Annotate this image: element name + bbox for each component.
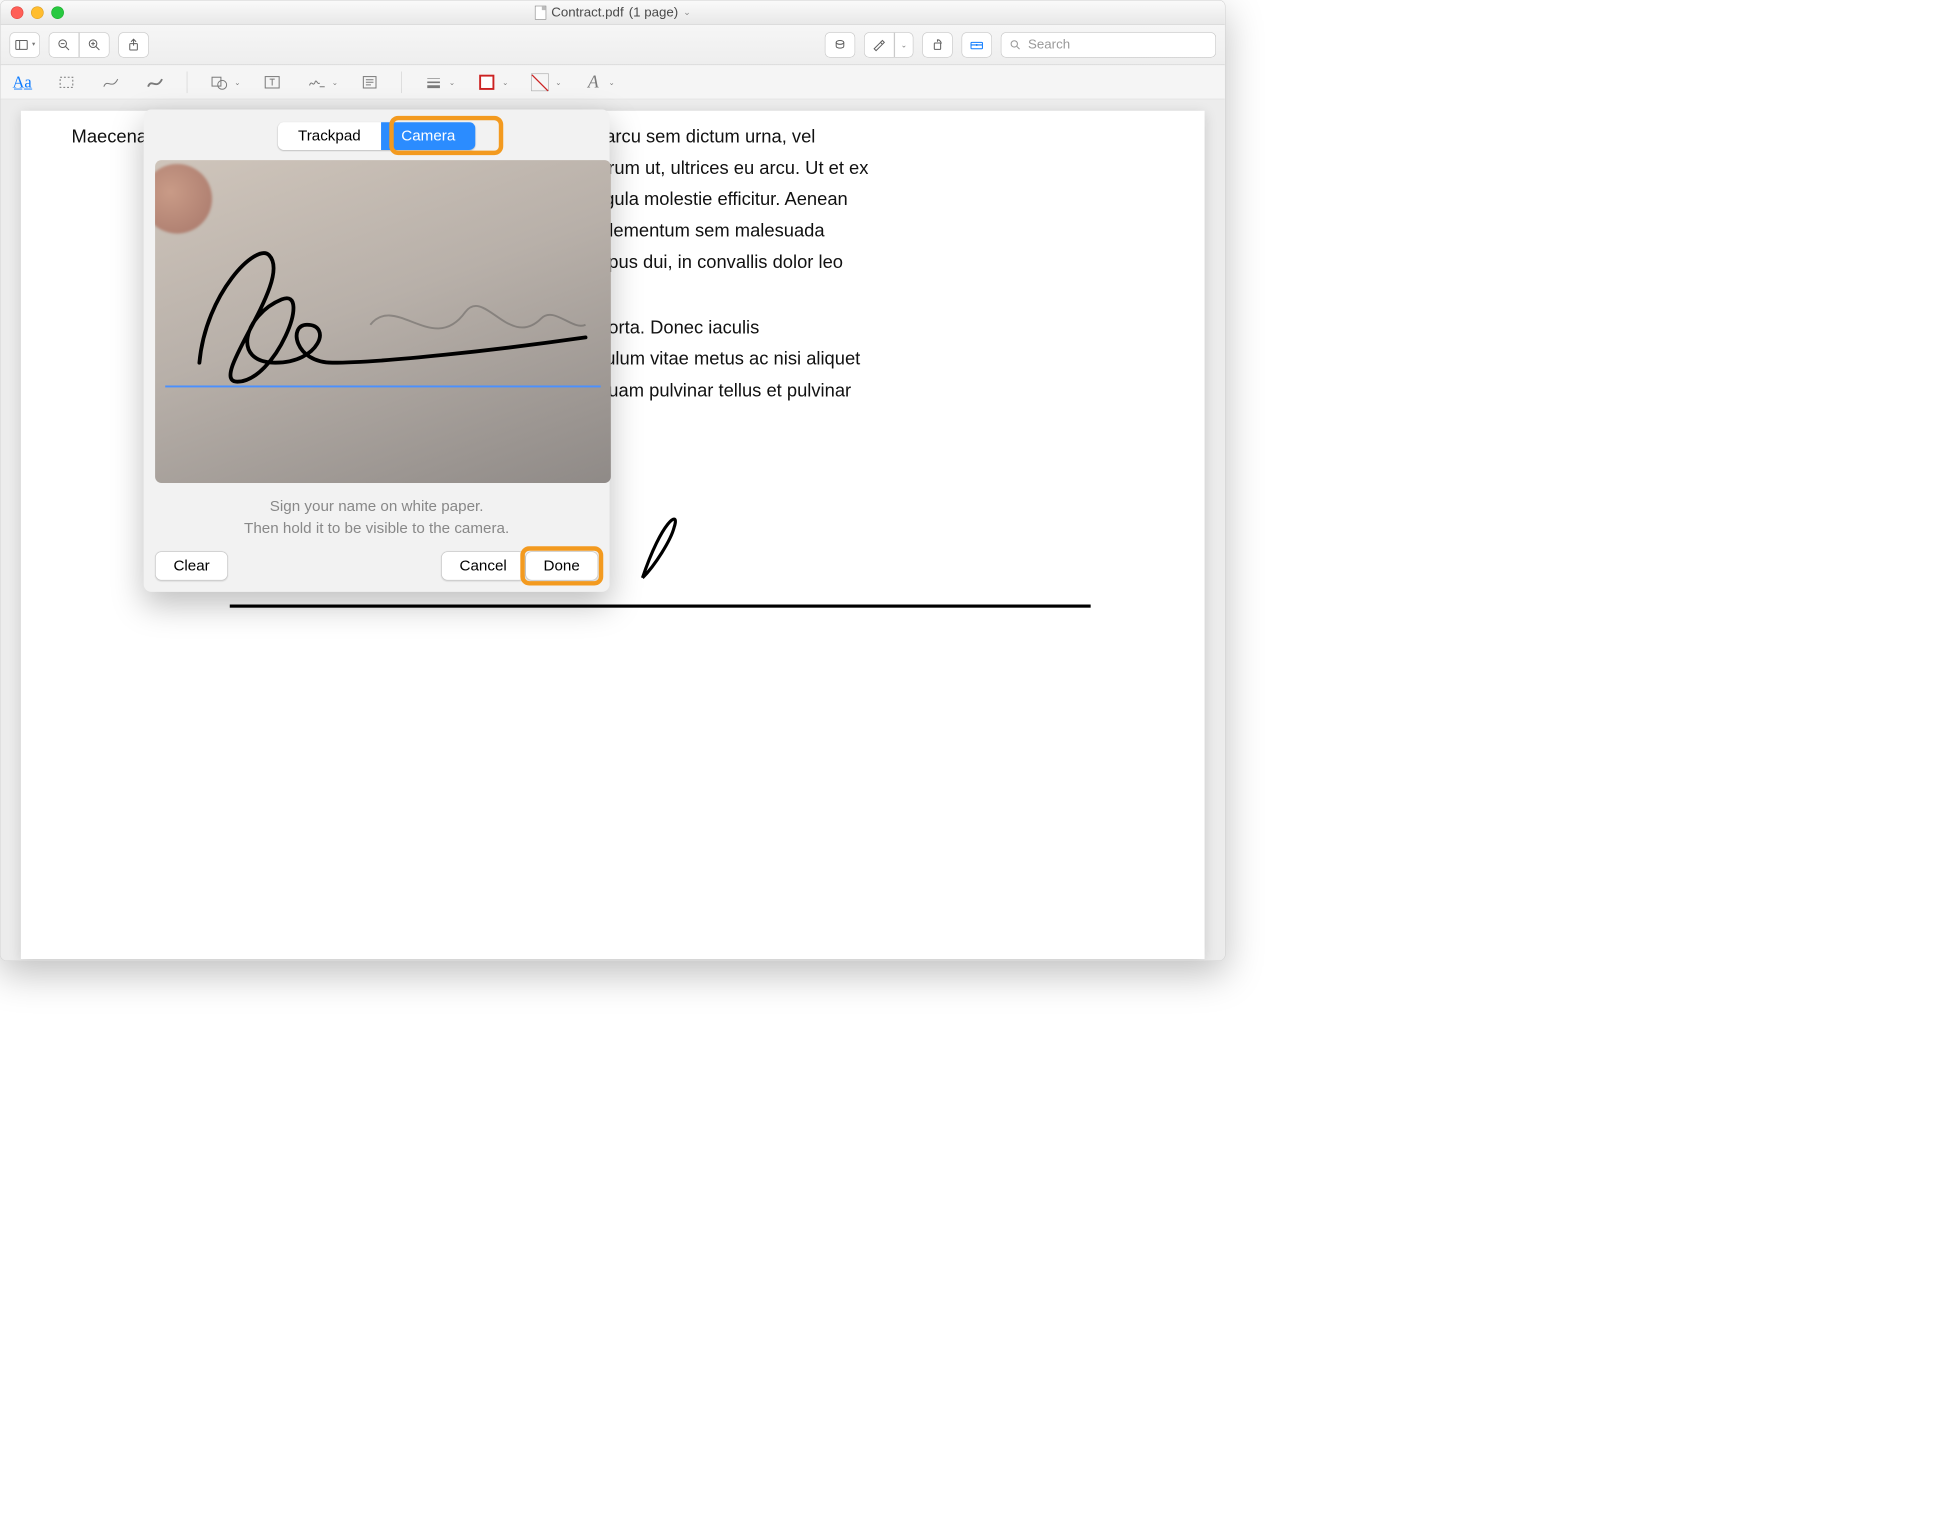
divider [401, 71, 402, 93]
line-weight-button[interactable]: ⌄ [421, 69, 455, 94]
baseline-guide [165, 385, 601, 387]
note-button[interactable] [357, 69, 382, 94]
draw-button[interactable] [142, 69, 167, 94]
minimize-window-button[interactable] [31, 6, 44, 19]
text-style-button[interactable]: A̲a̲ [9, 69, 34, 94]
trackpad-tab[interactable]: Trackpad [278, 122, 381, 150]
hint-line-2: Then hold it to be visible to the camera… [155, 518, 598, 540]
cancel-button[interactable]: Cancel [441, 551, 525, 580]
capture-mode-segmented: Trackpad Camera [155, 122, 598, 150]
signature-popover: Trackpad Camera Sign your name on white … [144, 110, 610, 592]
fill-color-button[interactable]: ⌄ [527, 69, 561, 94]
placed-signature-fragment [636, 496, 712, 591]
markup-highlight-dropdown[interactable]: ⌄ [894, 32, 913, 57]
chevron-down-icon: ⌄ [234, 78, 240, 87]
camera-preview [155, 160, 611, 483]
zoom-in-button[interactable] [79, 32, 109, 57]
camera-tab[interactable]: Camera [381, 122, 476, 150]
preview-window: Contract.pdf (1 page) ⌄ ▾ [0, 0, 1225, 961]
sidebar-view-button[interactable]: ▾ [9, 32, 39, 57]
title-filename: Contract.pdf [551, 5, 623, 20]
signature-line [230, 605, 1091, 608]
traffic-lights [1, 6, 64, 19]
highlight-color-button[interactable] [825, 32, 855, 57]
zoom-out-button[interactable] [49, 32, 79, 57]
hint-line-1: Sign your name on white paper. [155, 496, 598, 518]
done-button[interactable]: Done [525, 551, 598, 580]
font-style-button[interactable]: A ⌄ [581, 69, 615, 94]
sketch-button[interactable] [98, 69, 123, 94]
titlebar: Contract.pdf (1 page) ⌄ [1, 1, 1225, 25]
chevron-down-icon: ⌄ [609, 78, 615, 87]
chevron-down-icon: ⌄ [449, 78, 455, 87]
clear-button[interactable]: Clear [155, 551, 228, 580]
close-window-button[interactable] [11, 6, 24, 19]
search-placeholder: Search [1028, 37, 1070, 52]
markup-highlight-button[interactable] [864, 32, 894, 57]
rect-select-button[interactable] [54, 69, 79, 94]
document-icon [535, 5, 546, 19]
search-field[interactable]: Search [1001, 32, 1216, 57]
search-icon [1009, 38, 1022, 51]
shapes-button[interactable]: ⌄ [206, 69, 240, 94]
window-title: Contract.pdf (1 page) ⌄ [1, 5, 1225, 20]
markup-toolbar: A̲a̲ ⌄ ⌄ ⌄ ⌄ [1, 65, 1225, 99]
zoom-window-button[interactable] [51, 6, 64, 19]
border-color-button[interactable]: ⌄ [474, 69, 508, 94]
captured-signature [168, 217, 598, 407]
popover-hint: Sign your name on white paper. Then hold… [155, 496, 598, 540]
markup-toolbar-toggle[interactable] [962, 32, 992, 57]
popover-actions: Clear Cancel Done [155, 551, 598, 580]
chevron-down-icon: ⌄ [502, 78, 508, 87]
divider [187, 71, 188, 93]
share-button[interactable] [118, 32, 148, 57]
rotate-button[interactable] [922, 32, 952, 57]
chevron-down-icon: ⌄ [332, 78, 338, 87]
text-box-button[interactable] [260, 69, 285, 94]
title-caret-icon[interactable]: ⌄ [683, 7, 690, 18]
sign-button[interactable]: ⌄ [304, 69, 338, 94]
title-pages: (1 page) [629, 5, 679, 20]
chevron-down-icon: ⌄ [555, 78, 561, 87]
main-toolbar: ▾ ⌄ [1, 25, 1225, 66]
